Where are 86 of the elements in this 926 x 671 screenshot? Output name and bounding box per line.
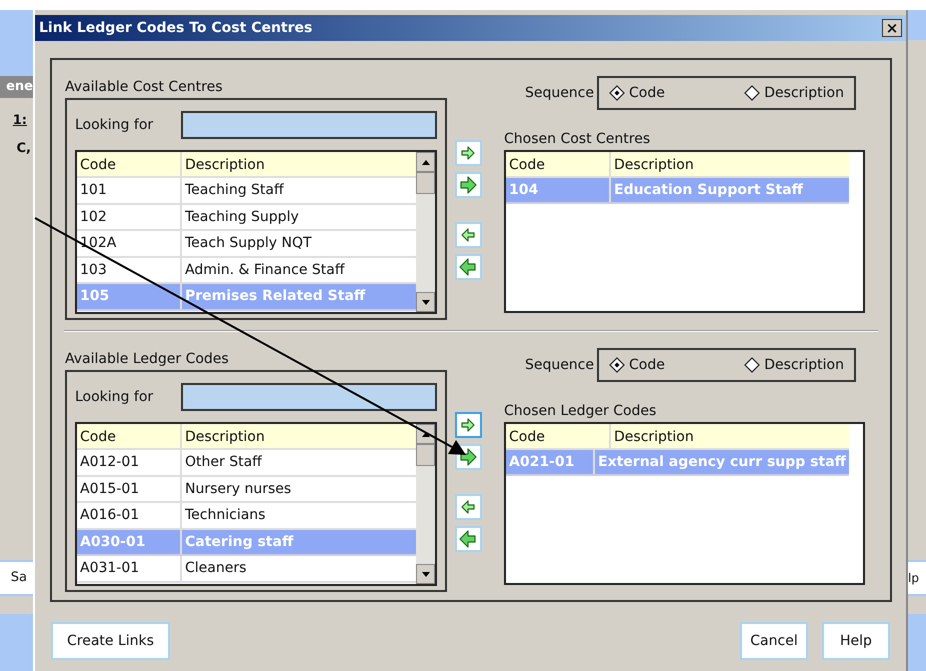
radio-icon[interactable] xyxy=(609,357,625,373)
dialog-button[interactable]: Help xyxy=(822,622,890,660)
column-header[interactable]: Description xyxy=(611,424,849,448)
table-row[interactable]: 101 Teaching Staff xyxy=(77,178,416,204)
scroll-up-icon[interactable] xyxy=(422,432,430,436)
table-cell-text: Premises Related Staff xyxy=(184,287,366,306)
right-arrow-icon xyxy=(459,176,477,194)
dialog-button[interactable]: Cancel xyxy=(740,622,808,660)
move-button[interactable] xyxy=(454,412,482,438)
dialog-button[interactable]: Create Links xyxy=(51,622,170,660)
table-cell: 103 xyxy=(77,258,182,282)
search-field[interactable] xyxy=(181,111,437,139)
table-cell: A012-01 xyxy=(77,450,182,474)
move-button[interactable] xyxy=(454,254,482,280)
left-arrow-icon xyxy=(459,498,477,516)
table-cell-text: Teaching Staff xyxy=(184,181,285,200)
left-arrow-icon xyxy=(459,226,477,244)
right-arrow-icon xyxy=(459,416,477,434)
section-title: Available Ledger Codes xyxy=(65,350,230,368)
left-arrow-icon xyxy=(459,530,477,548)
table-cell: 105 xyxy=(77,284,182,308)
scrollbar[interactable] xyxy=(416,152,435,312)
scroll-down-icon[interactable] xyxy=(422,300,430,304)
sequence-label: Sequence xyxy=(524,356,594,374)
scroll-down-icon[interactable] xyxy=(422,572,430,576)
column-header[interactable]: Description xyxy=(611,152,849,176)
table-cell-text: Nursery nurses xyxy=(184,480,292,498)
table-row[interactable]: 102A Teach Supply NQT xyxy=(77,231,416,258)
radio-option[interactable]: Code xyxy=(609,82,665,104)
table-row[interactable]: A031-01 Cleaners xyxy=(77,556,416,582)
section-title: Available Cost Centres xyxy=(65,78,224,96)
background-label: 1: xyxy=(12,112,28,130)
table-cell-text: Teach Supply NQT xyxy=(184,234,313,253)
table-cell: 102A xyxy=(77,231,182,256)
search-label: Looking for xyxy=(75,116,154,134)
section-title: Chosen Cost Centres xyxy=(503,130,652,148)
table-cell: 101 xyxy=(77,178,182,202)
table-row[interactable]: 102 Teaching Supply xyxy=(77,204,416,231)
column-header[interactable]: Code xyxy=(77,424,182,448)
column-header[interactable]: Code xyxy=(506,152,611,176)
radio-option[interactable]: Code xyxy=(609,354,665,376)
move-button[interactable] xyxy=(454,172,482,198)
table-row[interactable]: A012-01 Other Staff xyxy=(77,450,416,476)
move-button[interactable] xyxy=(454,222,482,248)
scroll-up-icon[interactable] xyxy=(422,160,430,164)
table-cell-text: Education Support Staff xyxy=(613,181,804,200)
window-title: Link Ledger Codes To Cost Centres xyxy=(39,18,312,38)
table-cell: A016-01 xyxy=(77,503,182,528)
radio-option[interactable]: Description xyxy=(744,354,844,376)
radio-option[interactable]: Description xyxy=(744,82,844,104)
table-cell-text: Technicians xyxy=(184,506,266,525)
radio-icon[interactable] xyxy=(609,85,625,101)
table-cell-text: Other Staff xyxy=(184,453,263,472)
table-cell-text: Catering staff xyxy=(184,532,294,552)
column-header[interactable]: Code xyxy=(77,152,182,176)
close-button[interactable]: × xyxy=(882,19,902,37)
left-arrow-icon xyxy=(459,258,477,276)
table-cell: A030-01 xyxy=(77,530,182,554)
table-cell: A015-01 xyxy=(77,476,182,501)
table-row[interactable]: A015-01 Nursery nurses xyxy=(77,476,416,503)
table-cell-text: External agency curr supp staff xyxy=(597,453,848,472)
right-arrow-icon xyxy=(459,448,477,466)
table-cell: 102 xyxy=(77,204,182,229)
move-button[interactable] xyxy=(454,140,482,166)
column-header[interactable]: Description xyxy=(182,424,416,448)
search-label: Looking for xyxy=(75,388,154,406)
section-title: Chosen Ledger Codes xyxy=(503,402,658,420)
radio-icon[interactable] xyxy=(744,85,760,101)
table-cell: A021-01 xyxy=(506,450,596,474)
table-cell: 104 xyxy=(506,178,611,202)
scroll-thumb[interactable] xyxy=(416,444,435,466)
scrollbar[interactable] xyxy=(416,424,435,584)
table-cell: A031-01 xyxy=(77,556,182,580)
move-button[interactable] xyxy=(454,494,482,520)
table-cell-text: Admin. & Finance Staff xyxy=(184,260,346,280)
column-header[interactable]: Description xyxy=(182,152,416,176)
radio-icon[interactable] xyxy=(744,357,760,373)
sequence-label: Sequence xyxy=(524,84,594,102)
table-cell-text: Teaching Supply xyxy=(184,208,300,226)
move-button[interactable] xyxy=(454,526,482,552)
scroll-thumb[interactable] xyxy=(416,172,435,194)
search-field[interactable] xyxy=(181,383,437,411)
column-header[interactable]: Code xyxy=(506,424,611,448)
right-arrow-icon xyxy=(459,144,477,162)
table-cell-text: Cleaners xyxy=(184,559,248,578)
background-label: C, xyxy=(16,140,32,158)
